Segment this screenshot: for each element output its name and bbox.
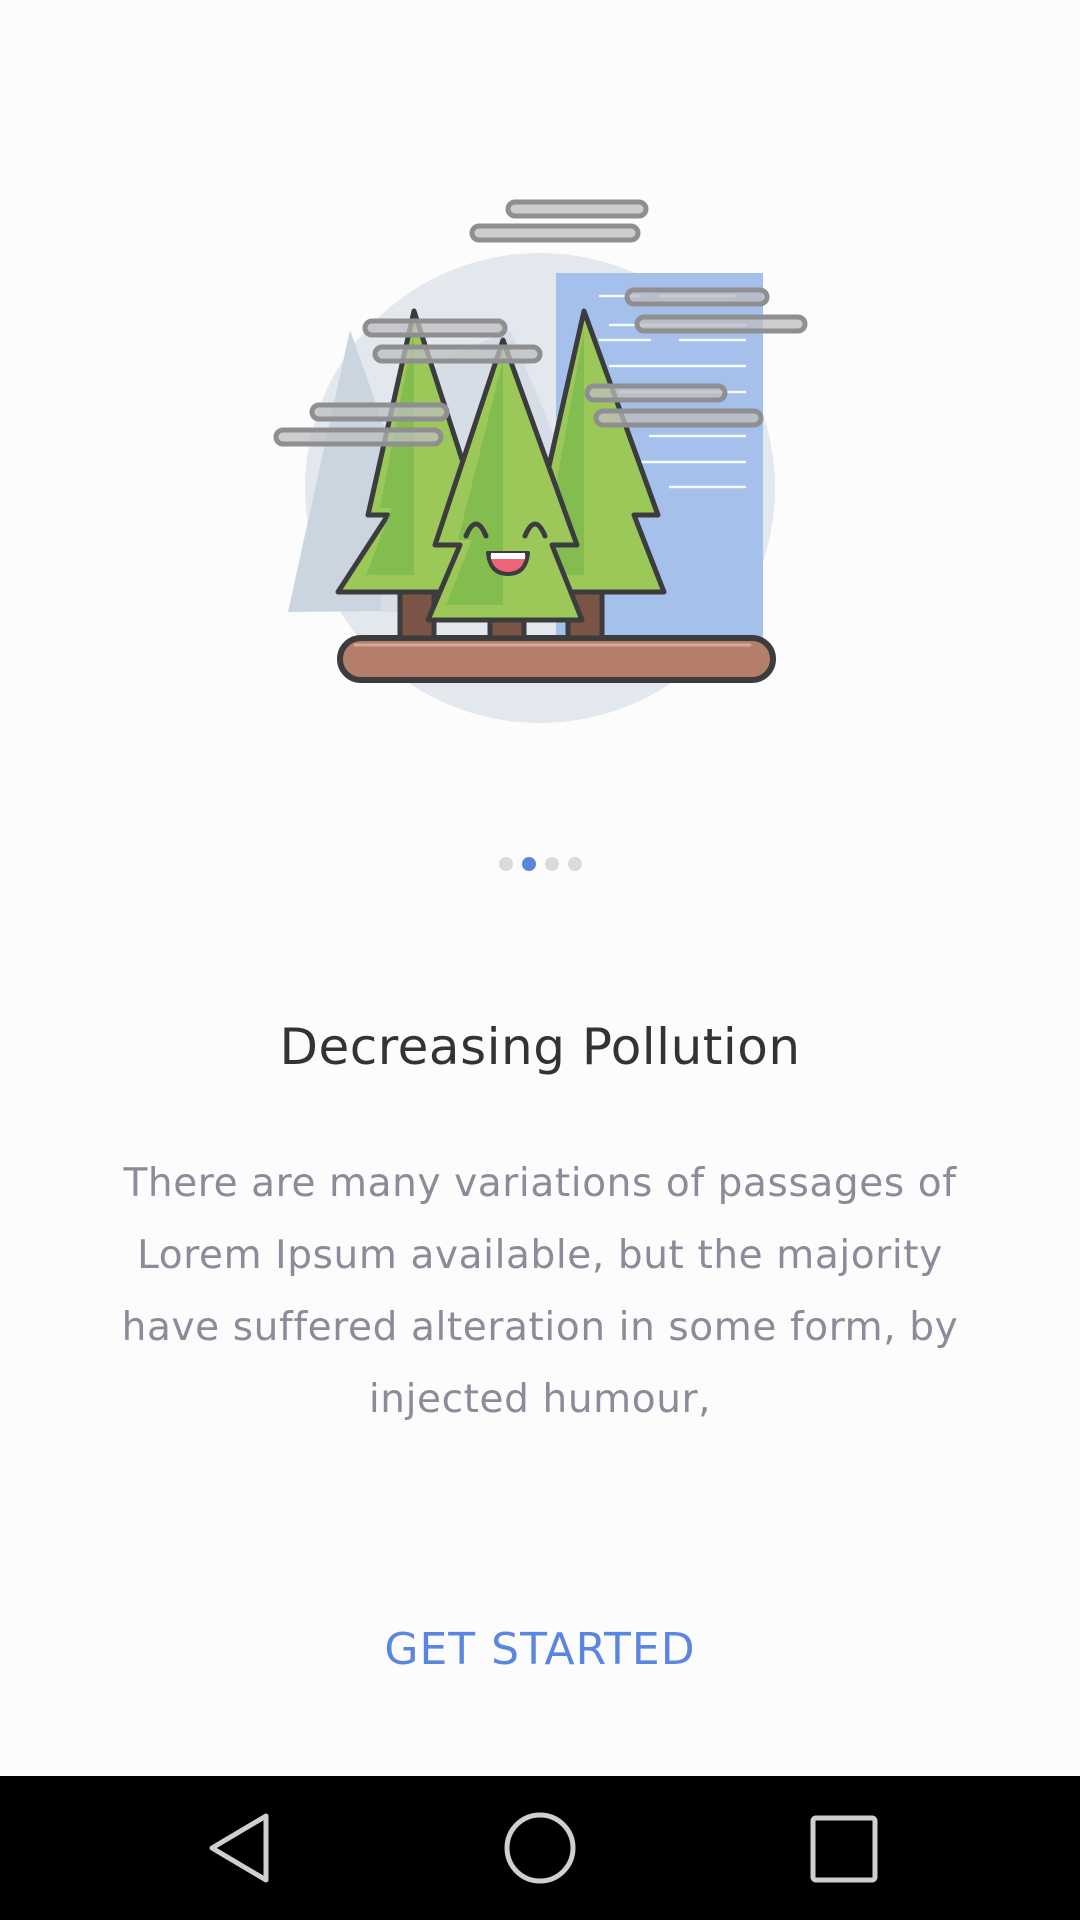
page-dot-4 (567, 857, 582, 871)
page-dot-2 (521, 857, 536, 871)
back-button[interactable] (190, 1798, 290, 1898)
page-dot-3 (544, 857, 559, 871)
system-navigation-bar (0, 1776, 1080, 1920)
page-indicator (0, 857, 1080, 871)
get-started-button[interactable]: GET STARTED (290, 1615, 790, 1685)
page-dot-1 (498, 857, 513, 871)
home-button[interactable] (490, 1798, 590, 1898)
back-triangle-icon (209, 1813, 269, 1883)
recents-button[interactable] (793, 1798, 893, 1898)
home-circle-icon (504, 1812, 576, 1884)
recents-square-icon (810, 1815, 878, 1883)
page-description: There are many variations of passages of… (121, 1161, 959, 1422)
onboarding-content: Decreasing Pollution There are many vari… (0, 0, 1080, 1776)
pollution-illustration (273, 199, 808, 723)
page-title: Decreasing Pollution (279, 1018, 801, 1076)
onboarding-screen: Decreasing Pollution There are many vari… (0, 0, 1080, 1920)
